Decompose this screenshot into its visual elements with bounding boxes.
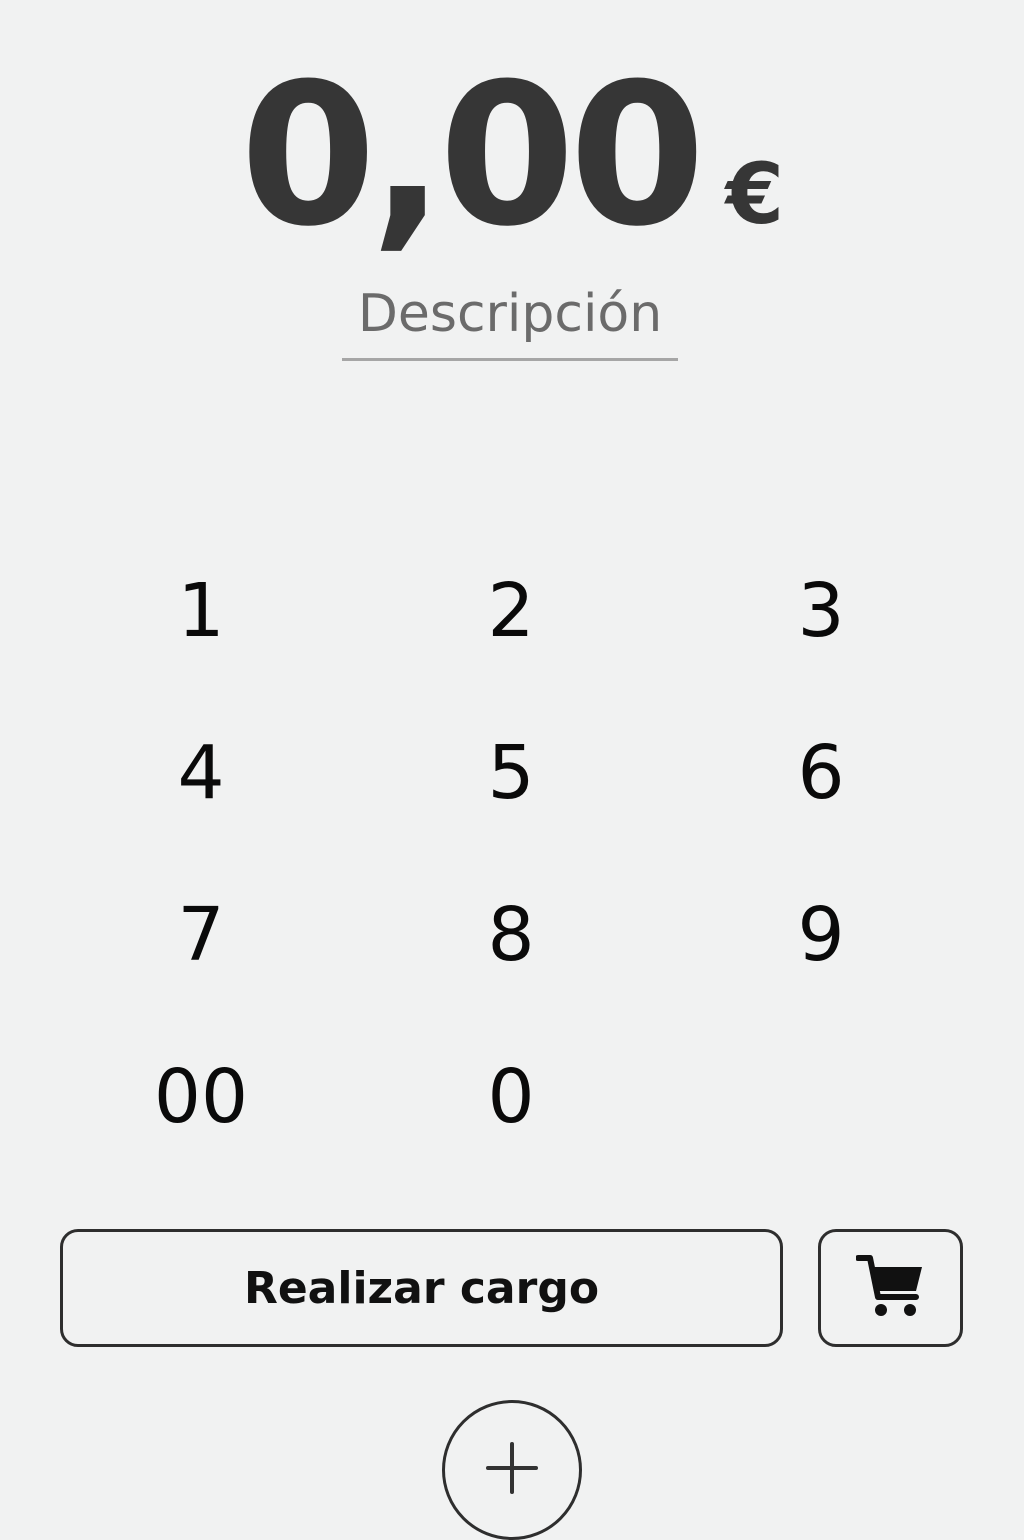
description-input[interactable] <box>342 276 678 352</box>
key-2[interactable]: 2 <box>356 530 666 692</box>
cart-button[interactable] <box>818 1229 963 1347</box>
amount-display: 0,00 € <box>0 58 1024 254</box>
key-empty <box>666 1016 976 1178</box>
key-9[interactable]: 9 <box>666 854 976 1016</box>
key-4[interactable]: 4 <box>46 692 356 854</box>
currency-symbol: € <box>725 145 785 243</box>
amount-value: 0,00 <box>239 42 706 270</box>
cart-icon <box>854 1253 926 1323</box>
numeric-keypad: 1 2 3 4 5 6 7 8 9 00 0 <box>46 530 978 1178</box>
key-7[interactable]: 7 <box>46 854 356 1016</box>
key-1[interactable]: 1 <box>46 530 356 692</box>
key-5[interactable]: 5 <box>356 692 666 854</box>
key-0[interactable]: 0 <box>356 1016 666 1178</box>
description-field-wrapper <box>342 276 678 361</box>
plus-icon <box>484 1440 540 1500</box>
key-00[interactable]: 00 <box>46 1016 356 1178</box>
key-8[interactable]: 8 <box>356 854 666 1016</box>
add-button[interactable] <box>442 1400 582 1540</box>
key-6[interactable]: 6 <box>666 692 976 854</box>
charge-button[interactable]: Realizar cargo <box>60 1229 783 1347</box>
key-3[interactable]: 3 <box>666 530 976 692</box>
